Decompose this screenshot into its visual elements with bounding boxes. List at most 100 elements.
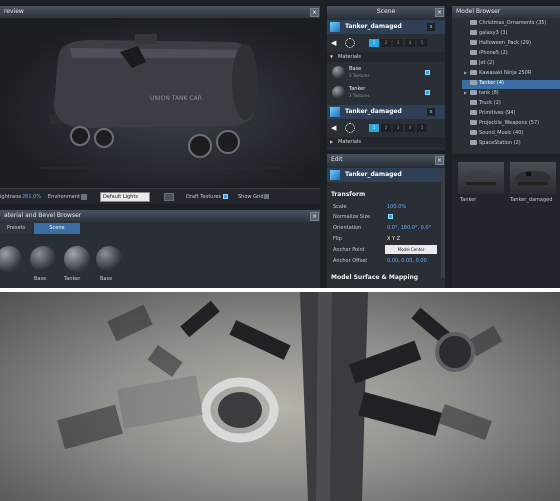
lights-select[interactable]: Default Lights	[100, 192, 150, 202]
settings-icon[interactable]	[345, 123, 355, 133]
edit-scrollbar[interactable]	[441, 168, 445, 278]
anchor-icon[interactable]: ◀	[331, 124, 336, 132]
model-browser-item[interactable]: Jet (2)	[462, 60, 560, 69]
material-swatch-3[interactable]	[64, 246, 90, 272]
scene-tab-2-2[interactable]: 2	[381, 124, 391, 132]
tanker-text: UNION TANK CAR	[150, 95, 202, 102]
thumb-tanker-damaged-label: Tanker_damaged	[510, 197, 553, 203]
tanker-end-cap	[232, 44, 258, 120]
folder-icon	[470, 110, 477, 115]
scale-value[interactable]: 100.0%	[387, 204, 406, 210]
cube-icon	[330, 107, 340, 117]
shininess-value[interactable]: 261.0%	[22, 194, 41, 200]
model-browser-item[interactable]: Sound_Music (40)	[462, 130, 560, 139]
scene-title: Scene	[327, 6, 445, 18]
scene-tab-1-1[interactable]: 1	[369, 39, 379, 47]
materials-expander-icon: ▼	[330, 54, 334, 59]
edit-panel: Edit × Tanker_damaged Transform Scale 10…	[327, 154, 445, 288]
folder-icon	[470, 80, 477, 85]
model-surface-header: Model Surface & Mapping	[331, 274, 419, 281]
material-row-base[interactable]: Base 3 Textures	[327, 64, 445, 82]
preview-close-button[interactable]: ×	[310, 8, 319, 17]
model-browser-item[interactable]: Primitives (94)	[462, 110, 560, 119]
scene-tab-2-5[interactable]: 5	[417, 124, 427, 132]
material-tab-scene-label: Scene	[49, 225, 65, 231]
model-browser-item[interactable]: Halloween_Pack (29)	[462, 40, 560, 49]
material-tab-scene[interactable]: Scene	[34, 223, 80, 234]
model-browser-item-label: Halloween_Pack (29)	[479, 40, 531, 46]
material-swatch-2[interactable]	[30, 246, 56, 272]
scene-tab-1-4[interactable]: 4	[405, 39, 415, 47]
material-sphere-icon	[332, 86, 345, 99]
scene-object-name-2: Tanker_damaged	[345, 108, 402, 115]
edit-object-name: Tanker_damaged	[345, 171, 402, 178]
scene-tab-2-4[interactable]: 4	[405, 124, 415, 132]
scene-panel: Scene × Tanker_damaged x ◀ 1 2 3 4 5 ▼ M…	[327, 6, 445, 150]
scene-close-button[interactable]: ×	[435, 8, 444, 17]
folder-icon	[470, 90, 477, 95]
model-browser-item[interactable]: Christmas_Ornaments (35)	[462, 20, 560, 29]
model-browser-item-label: Kawasaki Ninja 250R	[479, 70, 532, 76]
anchor-icon[interactable]: ◀	[331, 39, 336, 47]
model-browser-item[interactable]: galaxy3 (3)	[462, 30, 560, 39]
folder-icon	[470, 130, 477, 135]
scene-tab-1-3[interactable]: 3	[393, 39, 403, 47]
scene-object-row-1[interactable]: Tanker_damaged x	[327, 20, 445, 34]
draft-textures-label: Draft Textures	[186, 194, 222, 200]
model-browser-item-label: Christmas_Ornaments (35)	[479, 20, 547, 26]
anchor-point-value: Model Center	[397, 247, 425, 252]
thumb-tanker[interactable]	[458, 162, 504, 194]
draft-textures-checkbox[interactable]	[223, 194, 228, 199]
anchor-offset-value[interactable]: 0.00, 0.00, 0.00	[387, 258, 427, 264]
preview-viewport[interactable]: UNION TANK CAR	[0, 18, 320, 186]
scene-object-expand-1[interactable]: x	[427, 23, 435, 31]
folder-icon	[470, 140, 477, 145]
material-browser-close-button[interactable]: ×	[310, 212, 319, 221]
edit-close-button[interactable]: ×	[435, 156, 444, 165]
materials-header[interactable]: ▼ Materials	[327, 52, 445, 62]
model-browser-item[interactable]: Tanker (4)	[462, 80, 560, 89]
tanker-dome	[135, 34, 157, 44]
material-browser-panel: aterial and Bevel Browser × Presets Scen…	[0, 210, 320, 288]
scene-tab-2-3[interactable]: 3	[393, 124, 403, 132]
material-base-detail: 3 Textures	[349, 73, 370, 78]
settings-icon[interactable]	[345, 38, 355, 48]
scene-object-expand-2[interactable]: x	[427, 108, 435, 116]
anchor-offset-label: Anchor Offset	[333, 258, 368, 264]
material-base-checkbox[interactable]	[425, 70, 430, 75]
model-browser-item[interactable]: SpaceStation (2)	[462, 140, 560, 149]
materials-header-2[interactable]: ▶ Materials	[327, 137, 445, 147]
scene-object-row-2[interactable]: Tanker_damaged x	[327, 105, 445, 119]
explosion-render	[57, 292, 503, 501]
normalize-size-checkbox[interactable]	[388, 214, 393, 219]
show-grid-checkbox[interactable]	[264, 194, 269, 199]
lights-thumb[interactable]	[164, 193, 174, 201]
normalize-size-label: Normalize Size	[333, 214, 371, 220]
model-browser-item[interactable]: iPhone5 (2)	[462, 50, 560, 59]
model-browser-item[interactable]: Truck (2)	[462, 100, 560, 109]
material-row-tanker[interactable]: Tanker 3 Textures	[327, 84, 445, 102]
material-tab-presets[interactable]: Presets	[0, 223, 32, 234]
folder-icon	[470, 60, 477, 65]
model-browser-item[interactable]: ▶ Kawasaki Ninja 250R	[462, 70, 560, 79]
scene-tab-1-5[interactable]: 5	[417, 39, 427, 47]
folder-icon	[470, 40, 477, 45]
model-browser-item-label: iPhone5 (2)	[479, 50, 508, 56]
orientation-label: Orientation	[333, 225, 362, 231]
scene-tab-1-2[interactable]: 2	[381, 39, 391, 47]
anchor-point-select[interactable]: Model Center	[385, 245, 437, 254]
scene-tab-2-1[interactable]: 1	[369, 124, 379, 132]
model-browser-item[interactable]: Projectile_Weapons (57)	[462, 120, 560, 129]
model-browser-title: Model Browser	[452, 6, 560, 18]
thumb-tanker-damaged[interactable]	[510, 162, 556, 194]
orientation-value[interactable]: 0.0°, 180.0°, 0.0°	[387, 225, 431, 231]
model-browser-tree: Christmas_Ornaments (35) galaxy3 (3) Hallo…	[452, 20, 560, 152]
material-swatch-1[interactable]	[0, 246, 22, 272]
material-swatch-4[interactable]	[96, 246, 122, 272]
flip-axes[interactable]: X Y Z	[387, 236, 400, 242]
model-browser-item-label: Jet (2)	[479, 60, 495, 66]
model-browser-item[interactable]: ▶ tank (8)	[462, 90, 560, 99]
material-tanker-checkbox[interactable]	[425, 90, 430, 95]
tanker-model: UNION TANK CAR	[40, 34, 280, 169]
environment-swatch[interactable]	[81, 194, 87, 200]
